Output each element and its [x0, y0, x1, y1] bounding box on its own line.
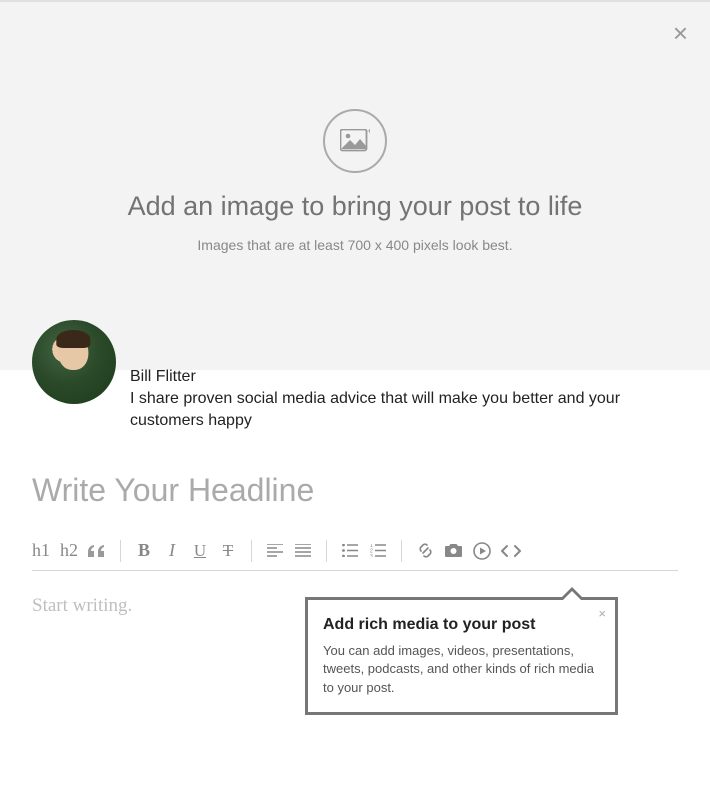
headline-input[interactable] [32, 472, 678, 509]
numbered-list-button[interactable]: 123 [369, 539, 387, 563]
svg-text:+: + [367, 129, 370, 136]
bullet-list-button[interactable] [341, 539, 359, 563]
tooltip-arrow [559, 587, 585, 600]
embed-code-button[interactable] [501, 539, 521, 563]
cover-image-dropzone[interactable]: × + Add an image to bring your post to l… [0, 0, 710, 370]
align-left-button[interactable] [266, 539, 284, 563]
hero-subtitle: Images that are at least 700 x 400 pixel… [197, 237, 512, 253]
heading2-button[interactable]: h2 [60, 539, 78, 563]
camera-icon[interactable] [444, 539, 463, 563]
tooltip-title: Add rich media to your post [323, 616, 600, 634]
italic-button[interactable]: I [163, 539, 181, 563]
align-justify-button[interactable] [294, 539, 312, 563]
tooltip-body: You can add images, videos, presentation… [323, 642, 600, 697]
bold-button[interactable]: B [135, 539, 153, 563]
heading1-button[interactable]: h1 [32, 539, 50, 563]
close-icon[interactable]: × [673, 20, 688, 46]
image-placeholder-icon: + [323, 109, 387, 173]
editor-toolbar: h1 h2 B I U T 123 [32, 531, 678, 571]
tooltip-close-icon[interactable]: × [598, 606, 606, 621]
rich-media-tooltip: × Add rich media to your post You can ad… [305, 597, 618, 715]
author-row: Bill Flitter I share proven social media… [0, 320, 710, 432]
svg-text:3: 3 [370, 554, 373, 557]
author-name: Bill Flitter [130, 368, 678, 386]
video-icon[interactable] [473, 539, 491, 563]
link-button[interactable] [416, 539, 434, 563]
blockquote-button[interactable] [88, 539, 106, 563]
author-avatar[interactable] [32, 320, 116, 404]
underline-button[interactable]: U [191, 539, 209, 563]
author-bio: I share proven social media advice that … [130, 388, 678, 432]
strikethrough-button[interactable]: T [219, 539, 237, 563]
hero-title: Add an image to bring your post to life [128, 191, 583, 222]
